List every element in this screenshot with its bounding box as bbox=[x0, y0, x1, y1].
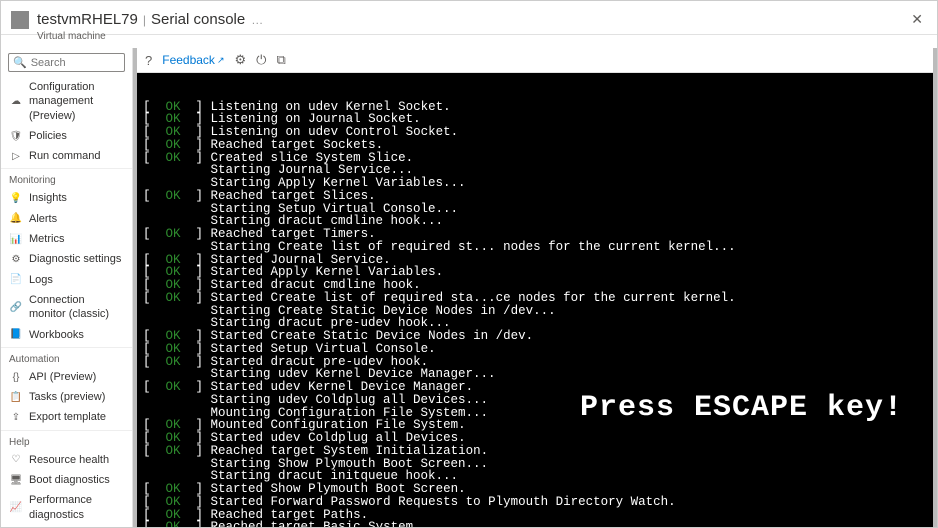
console-line: [ OK ] Started Forward Password Requests… bbox=[143, 496, 927, 509]
nav-section-header: Monitoring bbox=[1, 168, 132, 188]
sidebar-item-tasks-preview[interactable]: 📋 Tasks (preview) bbox=[1, 387, 132, 407]
sidebar: 🔍 ☁ Configuration management (Preview) 🛡 Po… bbox=[1, 48, 133, 527]
nav-label: Export template bbox=[29, 410, 106, 424]
nav-label: Connection monitor (classic) bbox=[29, 293, 124, 322]
console-toolbar: ? Feedback↗ ⚙ ⏻ ⧉ bbox=[137, 48, 933, 73]
nav-icon: ▷ bbox=[9, 149, 23, 163]
nav-label: Alerts bbox=[29, 212, 57, 226]
nav-label: Resource health bbox=[29, 453, 109, 467]
console-line: [ OK ] Started udev Coldplug all Devices… bbox=[143, 432, 927, 445]
nav-icon: 📈 bbox=[9, 501, 23, 515]
search-icon: 🔍 bbox=[13, 56, 27, 69]
console-line: [ OK ] Started Create Static Device Node… bbox=[143, 330, 927, 343]
console-line: [ OK ] Reached target System Initializat… bbox=[143, 445, 927, 458]
nav-label: Configuration management (Preview) bbox=[29, 80, 124, 123]
sidebar-item-logs[interactable]: 📄 Logs bbox=[1, 270, 132, 290]
nav-icon: 📊 bbox=[9, 232, 23, 246]
console-line: [ OK ] Started Create list of required s… bbox=[143, 292, 927, 305]
console-line: [ OK ] Started Show Plymouth Boot Screen… bbox=[143, 483, 927, 496]
console-line: [ OK ] Reached target Basic System. bbox=[143, 521, 927, 527]
title-bar: testvmRHEL79 | Serial console … ✕ bbox=[1, 1, 937, 35]
main-panel: ? Feedback↗ ⚙ ⏻ ⧉ [ OK ] Listening on ud… bbox=[133, 48, 937, 527]
power-icon[interactable]: ⏻ bbox=[256, 52, 266, 68]
nav-icon: 📄 bbox=[9, 273, 23, 287]
sidebar-item-vm-inspector-preview[interactable]: 🔍VM Inspector (Preview) bbox=[1, 525, 132, 527]
sidebar-item-performance-diagnostics[interactable]: 📈 Performance diagnostics bbox=[1, 490, 132, 525]
nav-label: Tasks (preview) bbox=[29, 390, 105, 404]
clipboard-icon[interactable]: ⧉ bbox=[276, 52, 285, 68]
settings-icon[interactable]: ⚙ bbox=[234, 52, 246, 68]
sidebar-item-run-command[interactable]: ▷ Run command bbox=[1, 146, 132, 166]
nav-label: API (Preview) bbox=[29, 370, 96, 384]
vm-name: testvmRHEL79 bbox=[37, 11, 138, 28]
nav-label: Boot diagnostics bbox=[29, 473, 110, 487]
sidebar-item-boot-diagnostics[interactable]: 🖥 Boot diagnostics bbox=[1, 470, 132, 490]
console-line: [ OK ] Reached target Slices. bbox=[143, 190, 927, 203]
sidebar-item-api-preview[interactable]: {} API (Preview) bbox=[1, 367, 132, 387]
search-input[interactable] bbox=[31, 57, 120, 69]
nav-icon: 🖥 bbox=[9, 473, 23, 487]
nav-icon: 🔔 bbox=[9, 212, 23, 226]
nav-label: Diagnostic settings bbox=[29, 252, 121, 266]
vm-icon bbox=[11, 11, 29, 29]
console-line: [ OK ] Reached target Timers. bbox=[143, 228, 927, 241]
close-button[interactable]: ✕ bbox=[907, 7, 927, 32]
more-icon[interactable]: … bbox=[251, 13, 263, 27]
subtitle: Virtual machine bbox=[1, 31, 937, 48]
nav-icon: ☁ bbox=[9, 94, 23, 108]
sidebar-item-configuration-management-preview[interactable]: ☁ Configuration management (Preview) bbox=[1, 77, 132, 126]
nav-label: Metrics bbox=[29, 232, 64, 246]
nav-section-header: Automation bbox=[1, 347, 132, 367]
nav-icon: 💡 bbox=[9, 192, 23, 206]
nav-label: Workbooks bbox=[29, 328, 84, 342]
page-title: Serial console bbox=[151, 11, 245, 28]
sidebar-item-policies[interactable]: 🛡 Policies bbox=[1, 126, 132, 146]
help-icon[interactable]: ? bbox=[145, 53, 152, 68]
nav-icon: 🔗 bbox=[9, 300, 23, 314]
sidebar-item-alerts[interactable]: 🔔 Alerts bbox=[1, 209, 132, 229]
console-line: [ OK ] Listening on udev Control Socket. bbox=[143, 126, 927, 139]
console-line: [ OK ] Started Setup Virtual Console. bbox=[143, 343, 927, 356]
sidebar-item-metrics[interactable]: 📊 Metrics bbox=[1, 229, 132, 249]
nav-icon: 🛡 bbox=[9, 129, 23, 143]
feedback-link[interactable]: Feedback↗ bbox=[162, 53, 224, 67]
sidebar-item-insights[interactable]: 💡 Insights bbox=[1, 188, 132, 208]
external-icon: ↗ bbox=[217, 55, 225, 66]
nav-icon: {} bbox=[9, 370, 23, 384]
nav-icon: 📘 bbox=[9, 328, 23, 342]
sidebar-item-connection-monitor-classic[interactable]: 🔗 Connection monitor (classic) bbox=[1, 290, 132, 325]
nav-section-header: Help bbox=[1, 430, 132, 450]
sidebar-item-workbooks[interactable]: 📘 Workbooks bbox=[1, 325, 132, 345]
nav-icon: ⚙ bbox=[9, 253, 23, 267]
nav-icon: ♡ bbox=[9, 453, 23, 467]
overlay-message: Press ESCAPE key! bbox=[580, 393, 903, 424]
console-line: [ OK ] Started dracut cmdline hook. bbox=[143, 279, 927, 292]
console-line: Starting Apply Kernel Variables... bbox=[143, 177, 927, 190]
console-line: Starting Create list of required st... n… bbox=[143, 241, 927, 254]
console-line: [ OK ] Reached target Sockets. bbox=[143, 139, 927, 152]
nav-label: Policies bbox=[29, 129, 67, 143]
sidebar-item-diagnostic-settings[interactable]: ⚙ Diagnostic settings bbox=[1, 249, 132, 269]
search-box[interactable]: 🔍 bbox=[8, 53, 125, 72]
nav-label: Performance diagnostics bbox=[29, 493, 124, 522]
serial-console-output[interactable]: [ OK ] Listening on udev Kernel Socket.[… bbox=[137, 73, 933, 527]
sidebar-item-export-template[interactable]: ⇪ Export template bbox=[1, 407, 132, 427]
nav-label: Run command bbox=[29, 149, 101, 163]
nav-label: Logs bbox=[29, 273, 53, 287]
nav-icon: 📋 bbox=[9, 390, 23, 404]
nav-label: Insights bbox=[29, 191, 67, 205]
nav-icon: ⇪ bbox=[9, 411, 23, 425]
sidebar-item-resource-health[interactable]: ♡ Resource health bbox=[1, 450, 132, 470]
